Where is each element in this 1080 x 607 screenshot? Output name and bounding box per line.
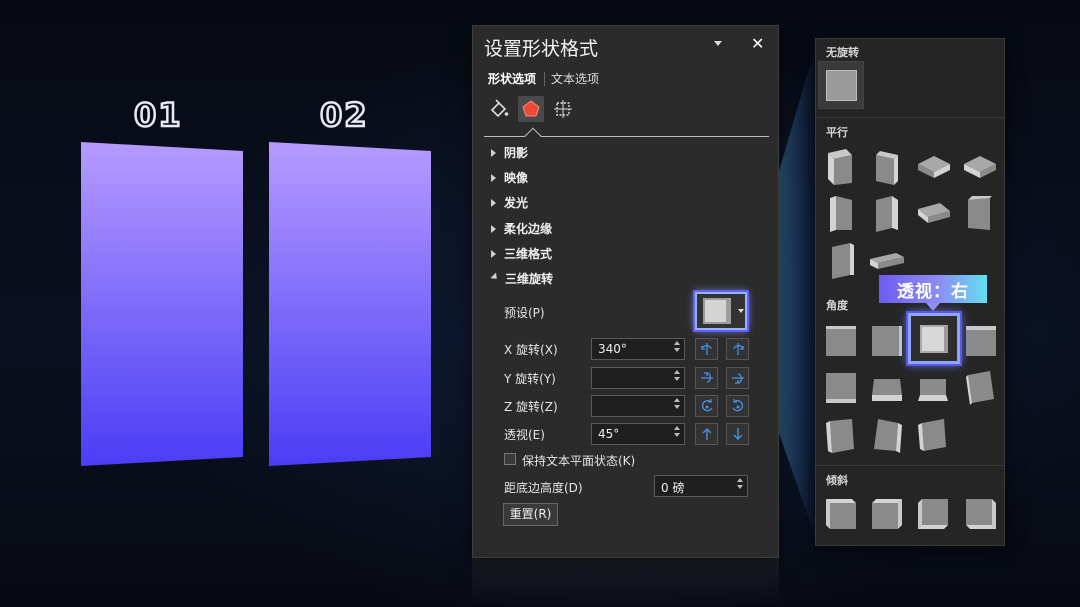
pane-reflection — [472, 558, 779, 607]
collapse-icon — [490, 272, 500, 282]
expand-icon — [491, 224, 496, 233]
spinner-arrows-icon[interactable] — [737, 478, 743, 489]
effects-icon[interactable] — [518, 96, 544, 122]
preset-parallel-9[interactable] — [824, 241, 858, 279]
preset-oblique-1[interactable] — [824, 497, 858, 531]
gallery-divider — [816, 465, 1004, 466]
y-rotation-label: Y 旋转(Y) — [504, 372, 556, 386]
preset-angle-2[interactable] — [870, 324, 904, 358]
preset-oblique-4[interactable] — [964, 497, 998, 531]
gallery-section-angle: 角度 — [826, 299, 848, 312]
preset-swatch-icon — [703, 298, 731, 324]
preset-parallel-4[interactable] — [962, 152, 996, 186]
gallery-section-parallel: 平行 — [826, 126, 848, 139]
keep-text-flat-checkbox[interactable] — [504, 453, 516, 465]
reset-button[interactable]: 重置(R) — [503, 503, 558, 526]
rotate-right-icon[interactable] — [726, 338, 749, 360]
preset-angle-8[interactable] — [964, 369, 998, 405]
rotate-down-icon[interactable] — [726, 367, 749, 389]
preset-parallel-2[interactable] — [870, 147, 904, 185]
section-3d-format[interactable]: 三维格式 — [491, 245, 552, 262]
pane-tabs: 形状选项 文本选项 — [488, 70, 599, 87]
preset-angle-5[interactable] — [824, 371, 858, 405]
distance-input[interactable]: 0 磅 — [654, 475, 748, 497]
section-shadow[interactable]: 阴影 — [491, 144, 528, 161]
rotate-left-icon[interactable] — [695, 338, 718, 360]
category-indicator — [524, 127, 542, 145]
z-rotation-label: Z 旋转(Z) — [504, 400, 558, 414]
preset-angle-10[interactable] — [870, 417, 904, 453]
expand-icon — [491, 198, 496, 207]
x-rotation-input[interactable]: 340° — [591, 338, 685, 360]
y-rotation-input[interactable] — [591, 367, 685, 389]
gallery-divider — [816, 117, 1004, 118]
perspective-label: 透视(E) — [504, 428, 545, 442]
preset-angle-9[interactable] — [824, 417, 858, 453]
tab-divider — [544, 71, 546, 86]
format-shape-pane: 设置形状格式 ✕ 形状选项 文本选项 阴影 映像 发光 柔化边缘 三维格式 三维… — [472, 25, 779, 558]
preset-parallel-1[interactable] — [824, 147, 858, 185]
callout-pointer — [926, 303, 940, 311]
section-glow[interactable]: 发光 — [491, 194, 528, 211]
chevron-down-icon — [738, 309, 744, 313]
z-rotation-input[interactable] — [591, 395, 685, 417]
rotate-up-icon[interactable] — [695, 367, 718, 389]
close-icon[interactable]: ✕ — [751, 34, 764, 53]
spinner-arrows-icon[interactable] — [674, 370, 680, 381]
section-reflection[interactable]: 映像 — [491, 169, 528, 186]
spinner-arrows-icon[interactable] — [674, 426, 680, 437]
rotate-clockwise-icon[interactable] — [726, 395, 749, 417]
preset-parallel-3[interactable] — [916, 152, 950, 186]
preset-parallel-6[interactable] — [870, 194, 904, 232]
x-rotation-label: X 旋转(X) — [504, 343, 558, 357]
pane-options-chevron-down-icon[interactable] — [714, 41, 722, 46]
expand-icon — [491, 173, 496, 182]
preset-no-rotation[interactable] — [818, 61, 864, 109]
preset-parallel-7[interactable] — [916, 199, 950, 233]
preset-oblique-2[interactable] — [870, 497, 904, 531]
keep-text-flat-label: 保持文本平面状态(K) — [522, 454, 636, 468]
size-properties-icon[interactable] — [550, 96, 576, 122]
preset-angle-1[interactable] — [824, 324, 858, 358]
perspective-increase-icon[interactable] — [695, 423, 718, 445]
perspective-input[interactable]: 45° — [591, 423, 685, 445]
preset-swatch-icon — [920, 325, 948, 353]
preset-perspective-right-selected[interactable] — [908, 313, 960, 364]
preset-angle-11[interactable] — [916, 417, 950, 451]
distance-label: 距底边高度(D) — [504, 481, 583, 495]
preset-parallel-5[interactable] — [824, 194, 858, 232]
preset-label: 预设(P) — [504, 306, 545, 320]
perspective-right-callout: 透视：右 — [879, 275, 987, 303]
pane-title: 设置形状格式 — [484, 38, 599, 60]
gallery-section-oblique: 倾斜 — [826, 474, 848, 487]
tab-shape-options[interactable]: 形状选项 — [488, 70, 536, 87]
expand-icon — [491, 148, 496, 157]
section-soft-edges[interactable]: 柔化边缘 — [491, 220, 552, 237]
perspective-decrease-icon[interactable] — [726, 423, 749, 445]
spinner-arrows-icon[interactable] — [674, 398, 680, 409]
preset-angle-7[interactable] — [916, 375, 950, 409]
fill-line-icon[interactable] — [486, 96, 512, 122]
gallery-section-no-rotation: 无旋转 — [826, 46, 859, 59]
preset-oblique-3[interactable] — [916, 497, 950, 531]
preset-parallel-8[interactable] — [962, 194, 996, 230]
preset-angle-6[interactable] — [870, 375, 904, 409]
preset-angle-4[interactable] — [964, 324, 998, 358]
spinner-arrows-icon[interactable] — [674, 341, 680, 352]
tab-text-options[interactable]: 文本选项 — [551, 70, 599, 87]
section-3d-rotation[interactable]: 三维旋转 — [490, 270, 553, 287]
preset-swatch-icon — [826, 70, 857, 101]
category-icons — [486, 96, 576, 122]
expand-icon — [491, 249, 496, 258]
preset-dropdown-button[interactable] — [695, 292, 747, 330]
rotate-counterclockwise-icon[interactable] — [695, 395, 718, 417]
